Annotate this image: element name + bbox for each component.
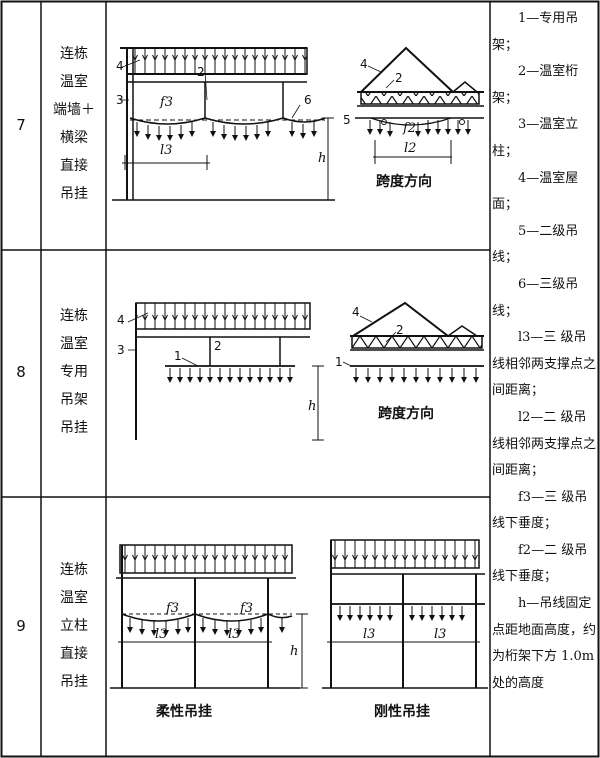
row7-right-truss bbox=[360, 91, 480, 105]
row8-right-truss bbox=[351, 335, 483, 349]
row8-right-diagram: 4 2 1 跨度方向 bbox=[335, 301, 484, 422]
row7-right-roof bbox=[360, 46, 454, 93]
row7-right-label-4: 4 bbox=[360, 57, 368, 71]
row8-right-label-2: 2 bbox=[396, 323, 404, 337]
row9-right-label-l3-b: l3 bbox=[434, 627, 446, 642]
row7-label-2: 2 bbox=[197, 65, 205, 79]
row8-arrows bbox=[166, 367, 294, 384]
row7-right-arrows bbox=[366, 119, 472, 138]
row7-sagging-line bbox=[129, 117, 326, 125]
row9-caption-rigid: 刚性吊挂 bbox=[374, 703, 430, 720]
diagrams: 4 3 2 6 f3 l3 h 4 2 5 f2 l2 跨度方向 4 3 1 2… bbox=[110, 46, 488, 720]
row9-label-l3-a: l3 bbox=[155, 627, 167, 642]
row7-label-h: h bbox=[318, 151, 326, 166]
row7-roof-truss bbox=[126, 47, 308, 75]
row8-roof-truss bbox=[135, 302, 311, 330]
row7-left-diagram: 4 3 2 6 f3 l3 h bbox=[112, 47, 335, 201]
row9-right-arrows bbox=[336, 605, 466, 622]
row9-left-diagram: f3 f3 l3 l3 h 柔性吊挂 bbox=[110, 544, 308, 720]
row7-label-6: 6 bbox=[304, 93, 312, 107]
row9-label-l3-b: l3 bbox=[228, 627, 240, 642]
row8-right-arrows bbox=[352, 367, 480, 384]
row9-right-truss bbox=[330, 539, 480, 569]
row8-right-label-4: 4 bbox=[352, 305, 360, 319]
row7-label-3: 3 bbox=[116, 93, 124, 107]
row8-label-3: 3 bbox=[117, 343, 125, 357]
row9-left-truss bbox=[119, 544, 293, 574]
row7-label-f3: f3 bbox=[159, 95, 173, 110]
row9-label-h: h bbox=[290, 644, 298, 659]
row9-caption-flexible: 柔性吊挂 bbox=[155, 703, 212, 720]
row8-left-diagram: 4 3 1 2 h bbox=[117, 302, 324, 441]
row8-right-label-1: 1 bbox=[335, 355, 343, 369]
row8-label-h: h bbox=[308, 399, 316, 414]
row8-label-1: 1 bbox=[174, 349, 182, 363]
row9-label-f3-b: f3 bbox=[239, 601, 253, 616]
row8-caption: 跨度方向 bbox=[378, 405, 434, 422]
row9-right-diagram: l3 l3 刚性吊挂 bbox=[322, 539, 488, 720]
row7-right-diagram: 4 2 5 f2 l2 跨度方向 bbox=[343, 46, 484, 190]
row7-label-4: 4 bbox=[116, 59, 124, 73]
row7-right-label-l2: l2 bbox=[404, 141, 416, 156]
row7-right-label-f2: f2 bbox=[402, 121, 416, 136]
row7-right-label-2: 2 bbox=[395, 71, 403, 85]
row7-caption: 跨度方向 bbox=[376, 173, 432, 190]
row7-right-label-5: 5 bbox=[343, 113, 351, 127]
row9-label-f3-a: f3 bbox=[165, 601, 179, 616]
row9-right-label-l3-a: l3 bbox=[363, 627, 375, 642]
row7-arrows bbox=[133, 121, 318, 142]
row7-label-l3: l3 bbox=[160, 143, 172, 158]
row8-label-4: 4 bbox=[117, 313, 125, 327]
row8-label-2: 2 bbox=[214, 339, 222, 353]
row9-sagging-line bbox=[121, 613, 293, 622]
